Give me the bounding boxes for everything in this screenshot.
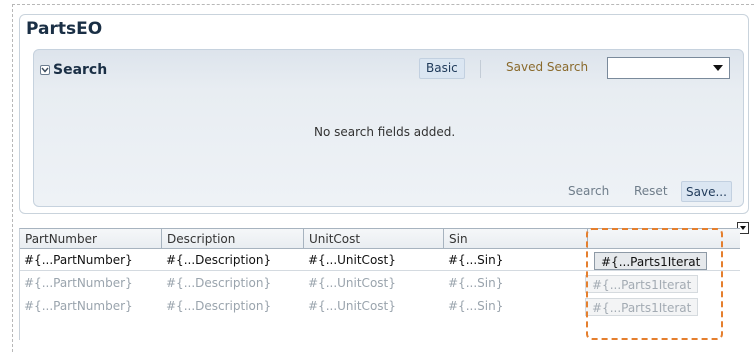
table-row[interactable]: #{...PartNumber} #{...Description} #{...… [20,272,740,294]
saved-search-label: Saved Search [506,60,589,74]
cell-sin: #{...Sin} [448,253,504,267]
row-action-button[interactable]: #{...Parts1Iterat [585,275,699,293]
parts-table: PartNumber Description UnitCost Sin #{..… [19,228,740,340]
cell-description: #{...Description} [166,276,272,290]
cell-unitcost: #{...UnitCost} [308,253,396,267]
cell-sin: #{...Sin} [448,299,504,313]
reset-button[interactable]: Reset [630,181,672,202]
cell-partnumber: #{...PartNumber} [24,253,133,267]
cell-unitcost: #{...UnitCost} [308,276,396,290]
chevron-down-icon[interactable] [40,65,50,75]
saved-search-select[interactable] [607,57,730,79]
search-button[interactable]: Search [564,181,613,202]
table-row[interactable]: #{...PartNumber} #{...Description} #{...… [20,249,740,271]
basic-mode-button[interactable]: Basic [419,58,465,79]
cell-sin: #{...Sin} [448,276,504,290]
row-action-button[interactable]: #{...Parts1Iterat [585,298,699,316]
dropdown-arrow-icon[interactable] [713,65,723,71]
column-header-description[interactable]: Description [162,229,304,249]
table-row[interactable]: #{...PartNumber} #{...Description} #{...… [20,295,740,317]
toolbar-separator [480,60,481,78]
column-header-unitcost[interactable]: UnitCost [304,229,444,249]
column-header-action[interactable] [588,229,741,249]
cell-unitcost: #{...UnitCost} [308,299,396,313]
save-button[interactable]: Save... [681,181,732,202]
cell-partnumber: #{...PartNumber} [24,276,133,290]
empty-search-message: No search fields added. [314,125,456,139]
search-section-label: Search [53,62,108,78]
page-title: PartsEO [26,19,103,39]
row-action-button[interactable]: #{...Parts1Iterat [594,252,708,270]
cell-description: #{...Description} [166,253,272,267]
cell-description: #{...Description} [166,299,272,313]
column-header-partnumber[interactable]: PartNumber [20,229,162,249]
search-disclosure[interactable]: Search [40,62,107,78]
cell-partnumber: #{...PartNumber} [24,299,133,313]
column-header-sin[interactable]: Sin [444,229,588,249]
table-header: PartNumber Description UnitCost Sin [20,229,740,249]
